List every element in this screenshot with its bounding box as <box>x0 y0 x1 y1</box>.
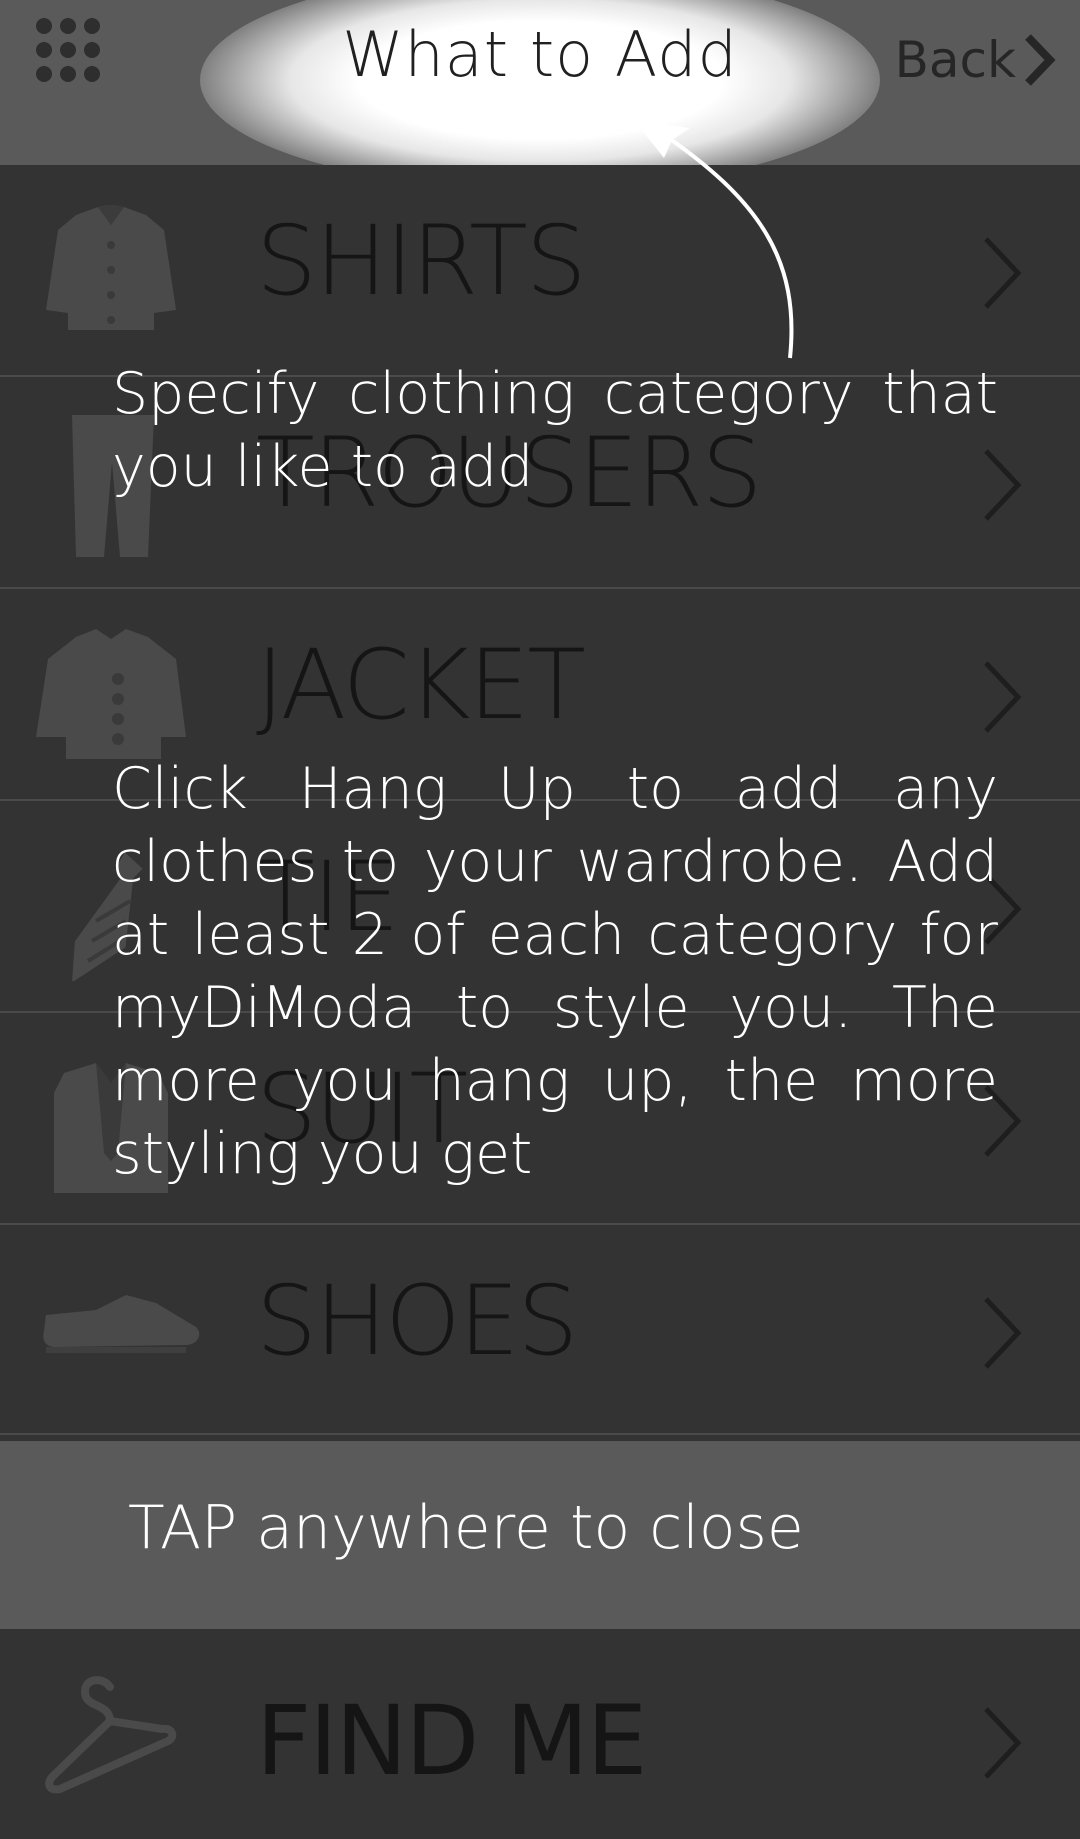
chevron-right-icon <box>984 1707 1022 1779</box>
category-label: SHOES <box>256 1265 578 1377</box>
chevron-right-icon <box>984 661 1022 733</box>
category-row-shoes[interactable]: SHOES <box>0 1225 1080 1435</box>
shoe-icon <box>43 1295 200 1353</box>
tip-hang-up: Click Hang Up to add any clothes to your… <box>112 756 998 1187</box>
hanger-icon <box>45 1676 177 1794</box>
find-me-row[interactable]: FIND ME <box>0 1629 1080 1839</box>
jacket-icon <box>36 629 186 759</box>
category-label: JACKET <box>256 629 586 741</box>
find-me-label: FIND ME <box>256 1685 647 1797</box>
tap-to-close-text: TAP anywhere to close <box>128 1493 804 1563</box>
tap-to-close-bar[interactable]: TAP anywhere to close <box>0 1441 1080 1629</box>
chevron-right-icon <box>984 1297 1022 1369</box>
pointer-arrow-icon <box>634 120 794 359</box>
